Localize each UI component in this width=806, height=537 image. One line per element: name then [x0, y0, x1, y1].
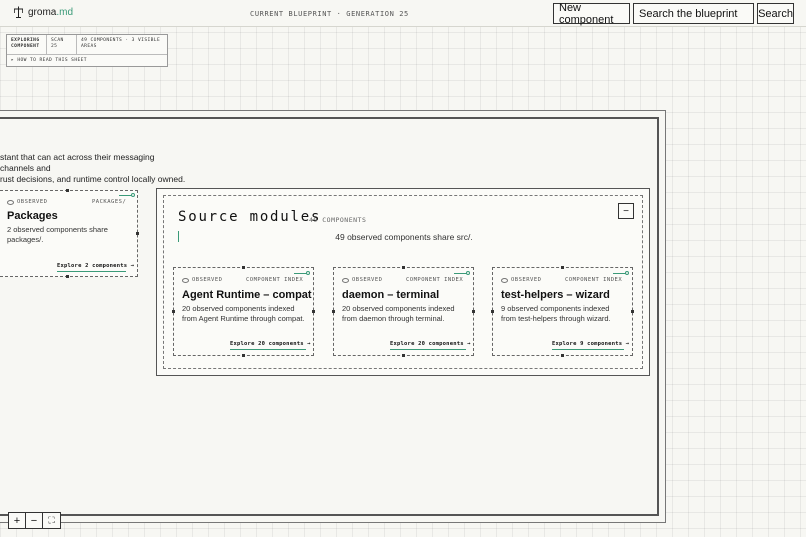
- card-tag: COMPONENT INDEX: [406, 277, 464, 283]
- status-text: OBSERVED: [192, 277, 223, 283]
- brand-name: groma: [28, 6, 57, 18]
- card-description: 20 observed components indexed from daem…: [342, 304, 472, 324]
- groma-icon: [14, 6, 23, 18]
- status-text: OBSERVED: [352, 277, 383, 283]
- status-badge: OBSERVED: [182, 277, 223, 283]
- explore-underline: [390, 349, 466, 350]
- component-card-test-helpers[interactable]: OBSERVED COMPONENT INDEX test-helpers – …: [491, 266, 634, 357]
- exploration-info-card: EXPLORING COMPONENT SCAN 25 49 COMPONENT…: [6, 34, 168, 67]
- connector-handle[interactable]: [66, 275, 69, 278]
- observed-icon: [7, 199, 14, 205]
- card-description-line: from test-helpers through wizard.: [501, 314, 611, 323]
- connector-dot: [625, 271, 629, 275]
- explore-link[interactable]: Explore 20 components →: [390, 341, 471, 347]
- fit-to-screen-icon[interactable]: ⛶: [43, 513, 60, 528]
- card-description-line: packages/.: [7, 235, 44, 244]
- top-bar: groma .md CURRENT BLUEPRINT · GENERATION …: [0, 0, 806, 27]
- card-title: Packages: [7, 210, 58, 222]
- zoom-out-button[interactable]: −: [26, 513, 43, 528]
- connector-handle[interactable]: [172, 310, 175, 313]
- status-text: OBSERVED: [511, 277, 542, 283]
- explore-underline: [57, 271, 126, 272]
- card-title: test-helpers – wizard: [501, 289, 610, 301]
- search-input[interactable]: Search the blueprint: [633, 3, 754, 24]
- card-title: daemon – terminal: [342, 289, 440, 301]
- description-line: stant that can act across their messagin…: [0, 152, 155, 173]
- collapse-button[interactable]: −: [618, 203, 634, 219]
- connector-handle[interactable]: [312, 310, 315, 313]
- packages-card[interactable]: OBSERVED PACKAGES/ Packages 2 observed c…: [0, 189, 139, 278]
- connector-handle[interactable]: [472, 310, 475, 313]
- observed-icon: [342, 277, 349, 283]
- connector-handle[interactable]: [491, 310, 494, 313]
- connector-handle[interactable]: [561, 266, 564, 269]
- group-count: 49 COMPONENTS: [309, 216, 367, 224]
- connector-handle[interactable]: [242, 266, 245, 269]
- observed-icon: [501, 277, 508, 283]
- card-tag: PACKAGES/: [92, 199, 127, 205]
- connector-handle[interactable]: [66, 189, 69, 192]
- explore-link[interactable]: Explore 20 components →: [230, 341, 311, 347]
- card-description: 9 observed components indexed from test-…: [501, 304, 631, 324]
- card-title: Agent Runtime – compat: [182, 289, 312, 301]
- card-description-line: 20 observed components indexed: [182, 304, 295, 313]
- observed-icon: [182, 277, 189, 283]
- explore-link[interactable]: Explore 9 components →: [552, 341, 629, 347]
- explore-underline: [230, 349, 306, 350]
- connector-handle[interactable]: [631, 310, 634, 313]
- status-badge: OBSERVED: [7, 199, 48, 205]
- connector-handle[interactable]: [332, 310, 335, 313]
- card-description-line: 9 observed components indexed: [501, 304, 610, 313]
- card-description: 2 observed components share packages/.: [7, 225, 132, 245]
- card-description: 20 observed components indexed from Agen…: [182, 304, 312, 324]
- connector-handle[interactable]: [242, 354, 245, 357]
- card-description-line: from daemon through terminal.: [342, 314, 445, 323]
- summary-label: 49 COMPONENTS · 3 VISIBLE AREAS: [81, 38, 161, 49]
- explore-underline: [552, 349, 624, 350]
- explore-link[interactable]: Explore 2 components →: [57, 263, 134, 269]
- mode-label: EXPLORING COMPONENT: [7, 35, 47, 54]
- connector-handle[interactable]: [561, 354, 564, 357]
- card-description-line: 2 observed components share: [7, 225, 108, 234]
- card-tag: COMPONENT INDEX: [565, 277, 623, 283]
- brand-extension: .md: [56, 6, 74, 18]
- zoom-controls: + − ⛶: [8, 512, 61, 529]
- status-badge: OBSERVED: [342, 277, 383, 283]
- group-subtitle: 49 observed components share src/.: [335, 232, 473, 242]
- group-title: Source modules: [178, 209, 322, 225]
- card-description-line: from Agent Runtime through compat.: [182, 314, 305, 323]
- search-button[interactable]: Search: [757, 3, 794, 24]
- connector-handle[interactable]: [402, 266, 405, 269]
- component-card-agent-runtime[interactable]: OBSERVED COMPONENT INDEX Agent Runtime –…: [172, 266, 315, 357]
- card-description-line: 20 observed components indexed: [342, 304, 455, 313]
- brand-logo[interactable]: groma .md: [13, 6, 73, 18]
- connector-handle[interactable]: [136, 232, 139, 235]
- description-line: rust decisions, and runtime control loca…: [0, 174, 186, 184]
- zoom-in-button[interactable]: +: [9, 513, 26, 528]
- how-to-read-link[interactable]: ▸ HOW TO READ THIS SHEET: [7, 55, 167, 66]
- system-description: stant that can act across their messagin…: [0, 152, 190, 185]
- new-component-button[interactable]: New component: [553, 2, 630, 26]
- blueprint-generation-label: CURRENT BLUEPRINT · GENERATION 25: [250, 10, 409, 18]
- connector-dot: [306, 271, 310, 275]
- connector-handle[interactable]: [402, 354, 405, 357]
- component-card-daemon[interactable]: OBSERVED COMPONENT INDEX daemon – termin…: [332, 266, 475, 357]
- card-tag: COMPONENT INDEX: [246, 277, 304, 283]
- status-text: OBSERVED: [17, 199, 48, 205]
- connector-dot: [466, 271, 470, 275]
- scan-label: SCAN 25: [47, 35, 77, 54]
- status-badge: OBSERVED: [501, 277, 542, 283]
- connector-dot: [131, 193, 135, 197]
